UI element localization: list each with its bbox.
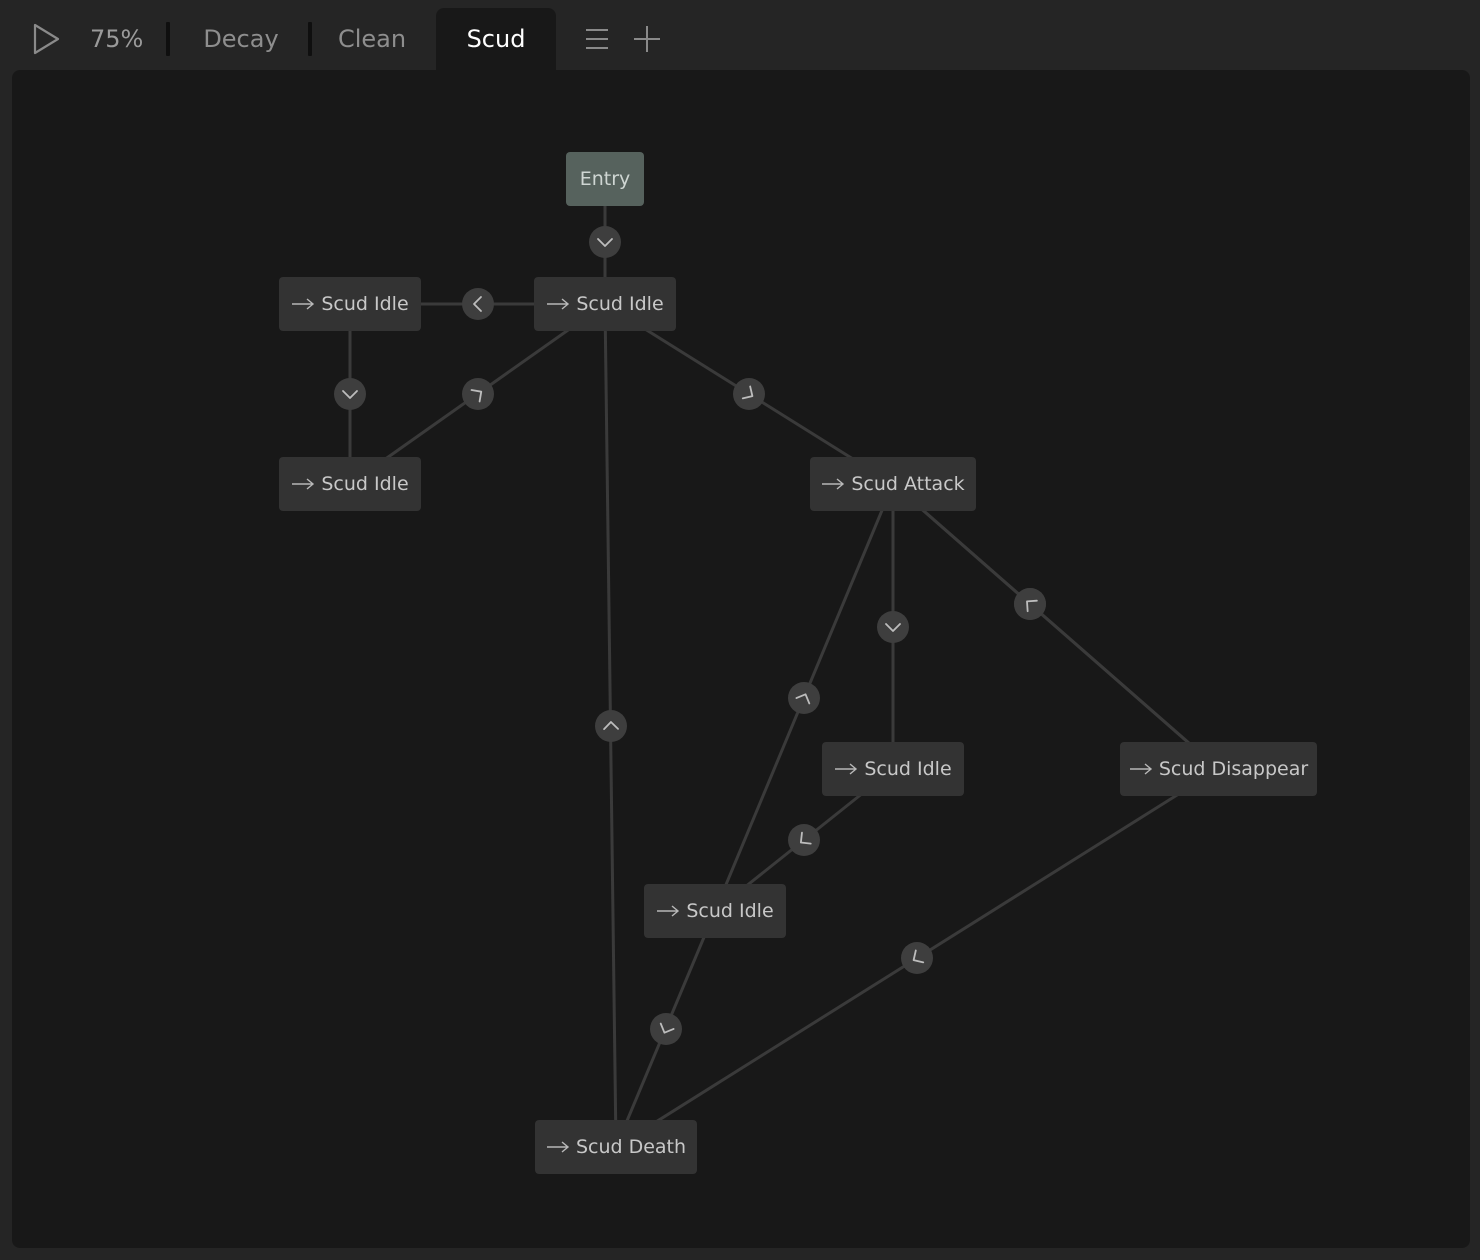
arrow-right-icon — [292, 298, 315, 310]
node-label: Scud Idle — [686, 900, 774, 922]
entry-node[interactable]: Entry — [566, 152, 644, 206]
transition-direction-badge[interactable] — [788, 824, 820, 856]
play-button[interactable] — [28, 20, 64, 58]
node-label: Scud Attack — [851, 473, 965, 495]
transition-direction-badge[interactable] — [877, 610, 909, 643]
transition-direction-badge[interactable] — [733, 378, 765, 410]
node-label: Scud Death — [575, 1136, 687, 1158]
chevron-icon — [472, 296, 482, 312]
transition-direction-badge[interactable] — [461, 288, 494, 320]
chevron-icon — [885, 622, 901, 632]
toolbar-separator — [308, 22, 312, 56]
node-label: Entry — [579, 168, 631, 190]
state-machine-editor: 75% Decay Clean Scud Entry Scud Idle Scu… — [0, 0, 1480, 1260]
node-label: Scud Disappear — [1158, 758, 1309, 780]
transition-direction-badge[interactable] — [334, 378, 366, 410]
arrow-right-icon — [547, 298, 570, 310]
arrow-right-icon — [835, 763, 858, 775]
add-tab-button[interactable] — [630, 22, 664, 56]
state-node-scud-idle[interactable]: Scud Idle — [644, 884, 786, 938]
chevron-icon — [795, 692, 811, 704]
state-node-scud-idle[interactable]: Scud Idle — [279, 277, 421, 331]
state-node-scud-idle[interactable]: Scud Idle — [534, 277, 676, 331]
arrow-right-icon — [657, 905, 680, 917]
node-label: Scud Idle — [576, 293, 664, 315]
menu-button[interactable] — [580, 22, 614, 56]
tab-decay[interactable]: Decay — [186, 8, 296, 70]
chevron-icon — [659, 1022, 675, 1034]
state-node-scud-idle[interactable]: Scud Idle — [822, 742, 964, 796]
toolbar: 75% Decay Clean Scud — [0, 0, 1480, 70]
state-node-scud-attack[interactable]: Scud Attack — [810, 457, 976, 511]
state-node-scud-disappear[interactable]: Scud Disappear — [1120, 742, 1317, 796]
node-label: Scud Idle — [321, 293, 409, 315]
transition-direction-badge[interactable] — [901, 942, 934, 974]
tab-scud[interactable]: Scud — [436, 8, 556, 70]
node-label: Scud Idle — [864, 758, 952, 780]
zoom-level[interactable]: 75% — [90, 24, 143, 54]
arrow-right-icon — [822, 478, 845, 490]
transition-direction-badge[interactable] — [788, 681, 820, 714]
menu-icon — [586, 29, 608, 49]
node-label: Scud Idle — [321, 473, 409, 495]
transition-direction-badge[interactable] — [1013, 587, 1046, 620]
transition-direction-badge[interactable] — [589, 225, 621, 258]
chevron-icon — [342, 390, 358, 399]
chevron-icon — [602, 720, 619, 730]
arrow-right-icon — [1129, 763, 1152, 775]
state-node-scud-idle[interactable]: Scud Idle — [279, 457, 421, 511]
toolbar-separator — [166, 22, 170, 56]
chevron-icon — [799, 831, 812, 845]
play-icon — [33, 23, 60, 55]
graph-canvas[interactable]: Entry Scud Idle Scud Idle Scud Idle Scud… — [12, 70, 1470, 1248]
arrow-right-icon — [292, 478, 315, 490]
chevron-icon — [470, 389, 482, 403]
chevron-icon — [912, 949, 925, 964]
transition-line[interactable] — [892, 482, 1220, 771]
tab-clean[interactable]: Clean — [320, 8, 424, 70]
transition-direction-badge[interactable] — [461, 378, 494, 410]
plus-icon — [634, 26, 660, 52]
chevron-icon — [741, 385, 754, 400]
transition-direction-badge[interactable] — [594, 709, 627, 742]
arrow-right-icon — [546, 1141, 570, 1153]
chevron-icon — [597, 237, 613, 247]
transition-lines — [348, 179, 1220, 1149]
chevron-icon — [1025, 599, 1038, 612]
state-node-scud-death[interactable]: Scud Death — [535, 1120, 697, 1174]
transition-direction-badge[interactable] — [649, 1013, 682, 1045]
